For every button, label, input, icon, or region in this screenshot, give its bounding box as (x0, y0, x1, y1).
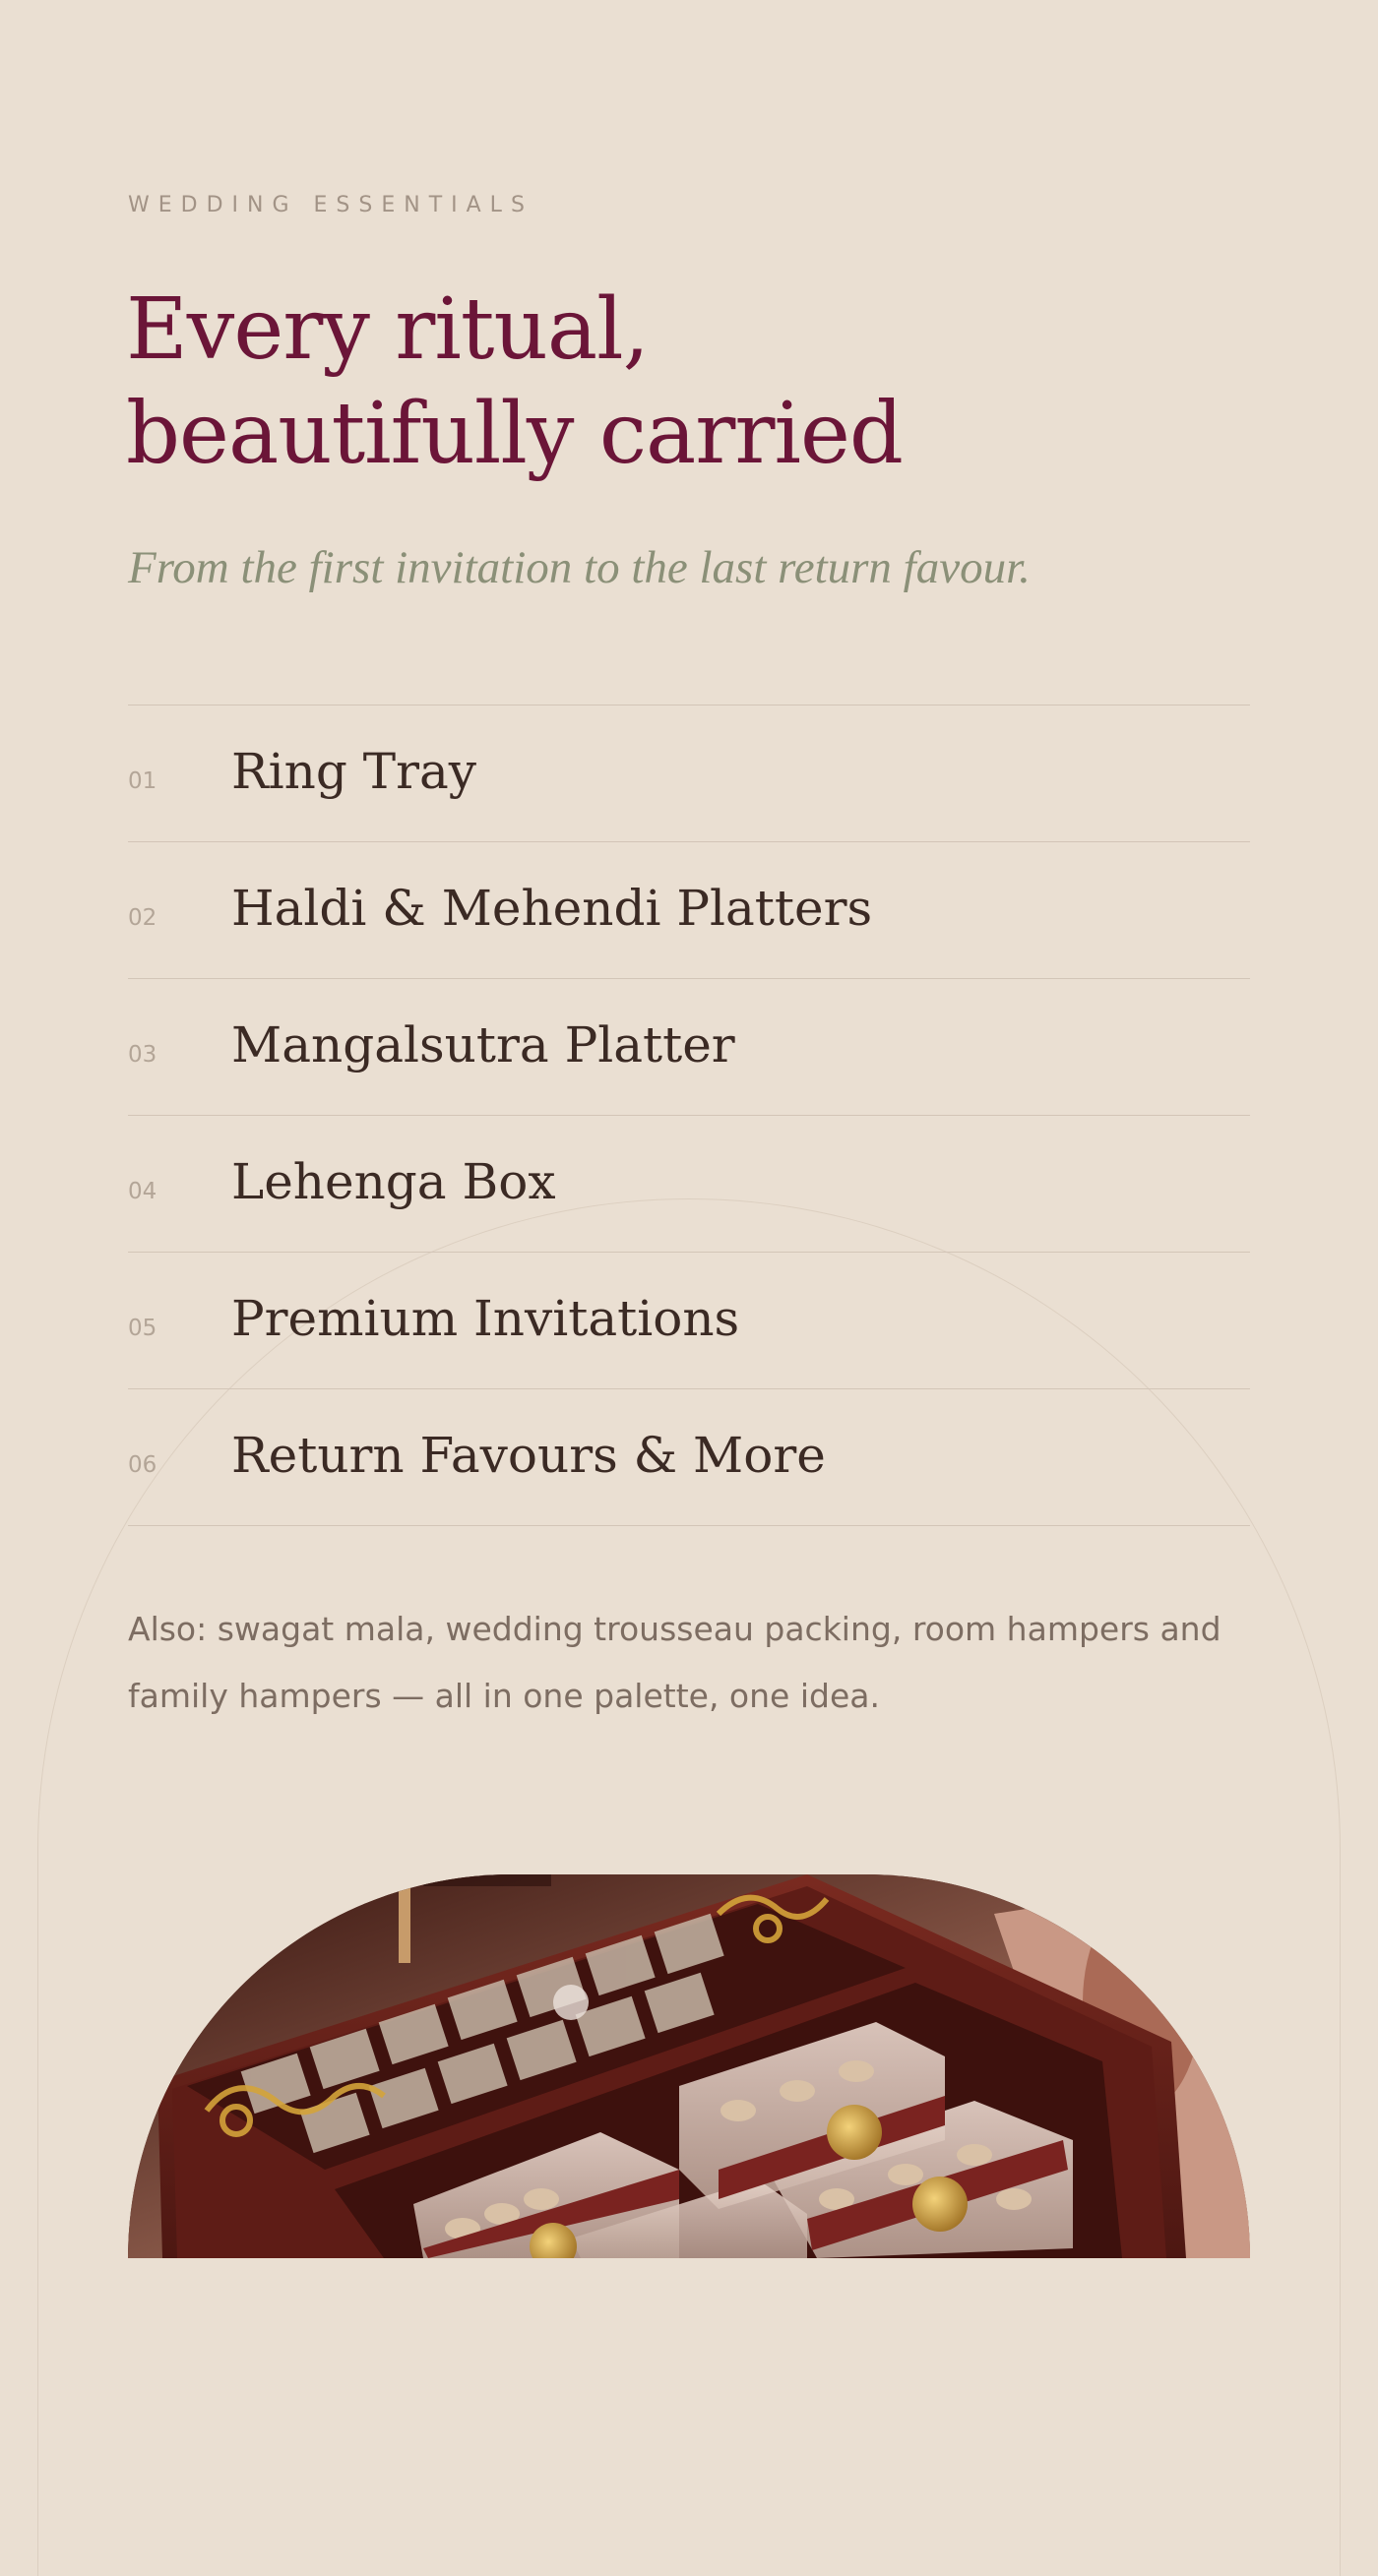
page: WEDDING ESSENTIALS Every ritual, beautif… (0, 0, 1378, 2576)
list-item[interactable]: 06 Return Favours & More (128, 1388, 1250, 1526)
item-number: 03 (128, 1042, 157, 1068)
item-number: 01 (128, 768, 157, 794)
item-number: 02 (128, 905, 157, 931)
item-label: Return Favours & More (231, 1427, 826, 1484)
item-number: 04 (128, 1179, 157, 1204)
tagline: From the first invitation to the last re… (128, 542, 1031, 593)
list-item[interactable]: 03 Mangalsutra Platter (128, 978, 1250, 1115)
essentials-list: 01 Ring Tray 02 Haldi & Mehendi Platters… (128, 705, 1250, 1526)
section-eyebrow: WEDDING ESSENTIALS (128, 193, 533, 217)
item-label: Ring Tray (231, 743, 477, 800)
list-item[interactable]: 05 Premium Invitations (128, 1252, 1250, 1388)
item-label: Premium Invitations (231, 1290, 740, 1347)
list-item[interactable]: 02 Haldi & Mehendi Platters (128, 841, 1250, 978)
page-headline: Every ritual, beautifully carried (126, 277, 904, 486)
item-label: Lehenga Box (231, 1153, 556, 1210)
list-item[interactable]: 04 Lehenga Box (128, 1115, 1250, 1252)
item-number: 05 (128, 1316, 157, 1341)
headline-line-2: beautifully carried (126, 385, 904, 483)
also-note: Also: swagat mala, wedding trousseau pac… (128, 1610, 1221, 1715)
item-label: Mangalsutra Platter (231, 1016, 735, 1073)
headline-line-1: Every ritual, (126, 280, 650, 379)
item-number: 06 (128, 1452, 157, 1478)
list-item[interactable]: 01 Ring Tray (128, 705, 1250, 841)
item-label: Haldi & Mehendi Platters (231, 880, 873, 937)
